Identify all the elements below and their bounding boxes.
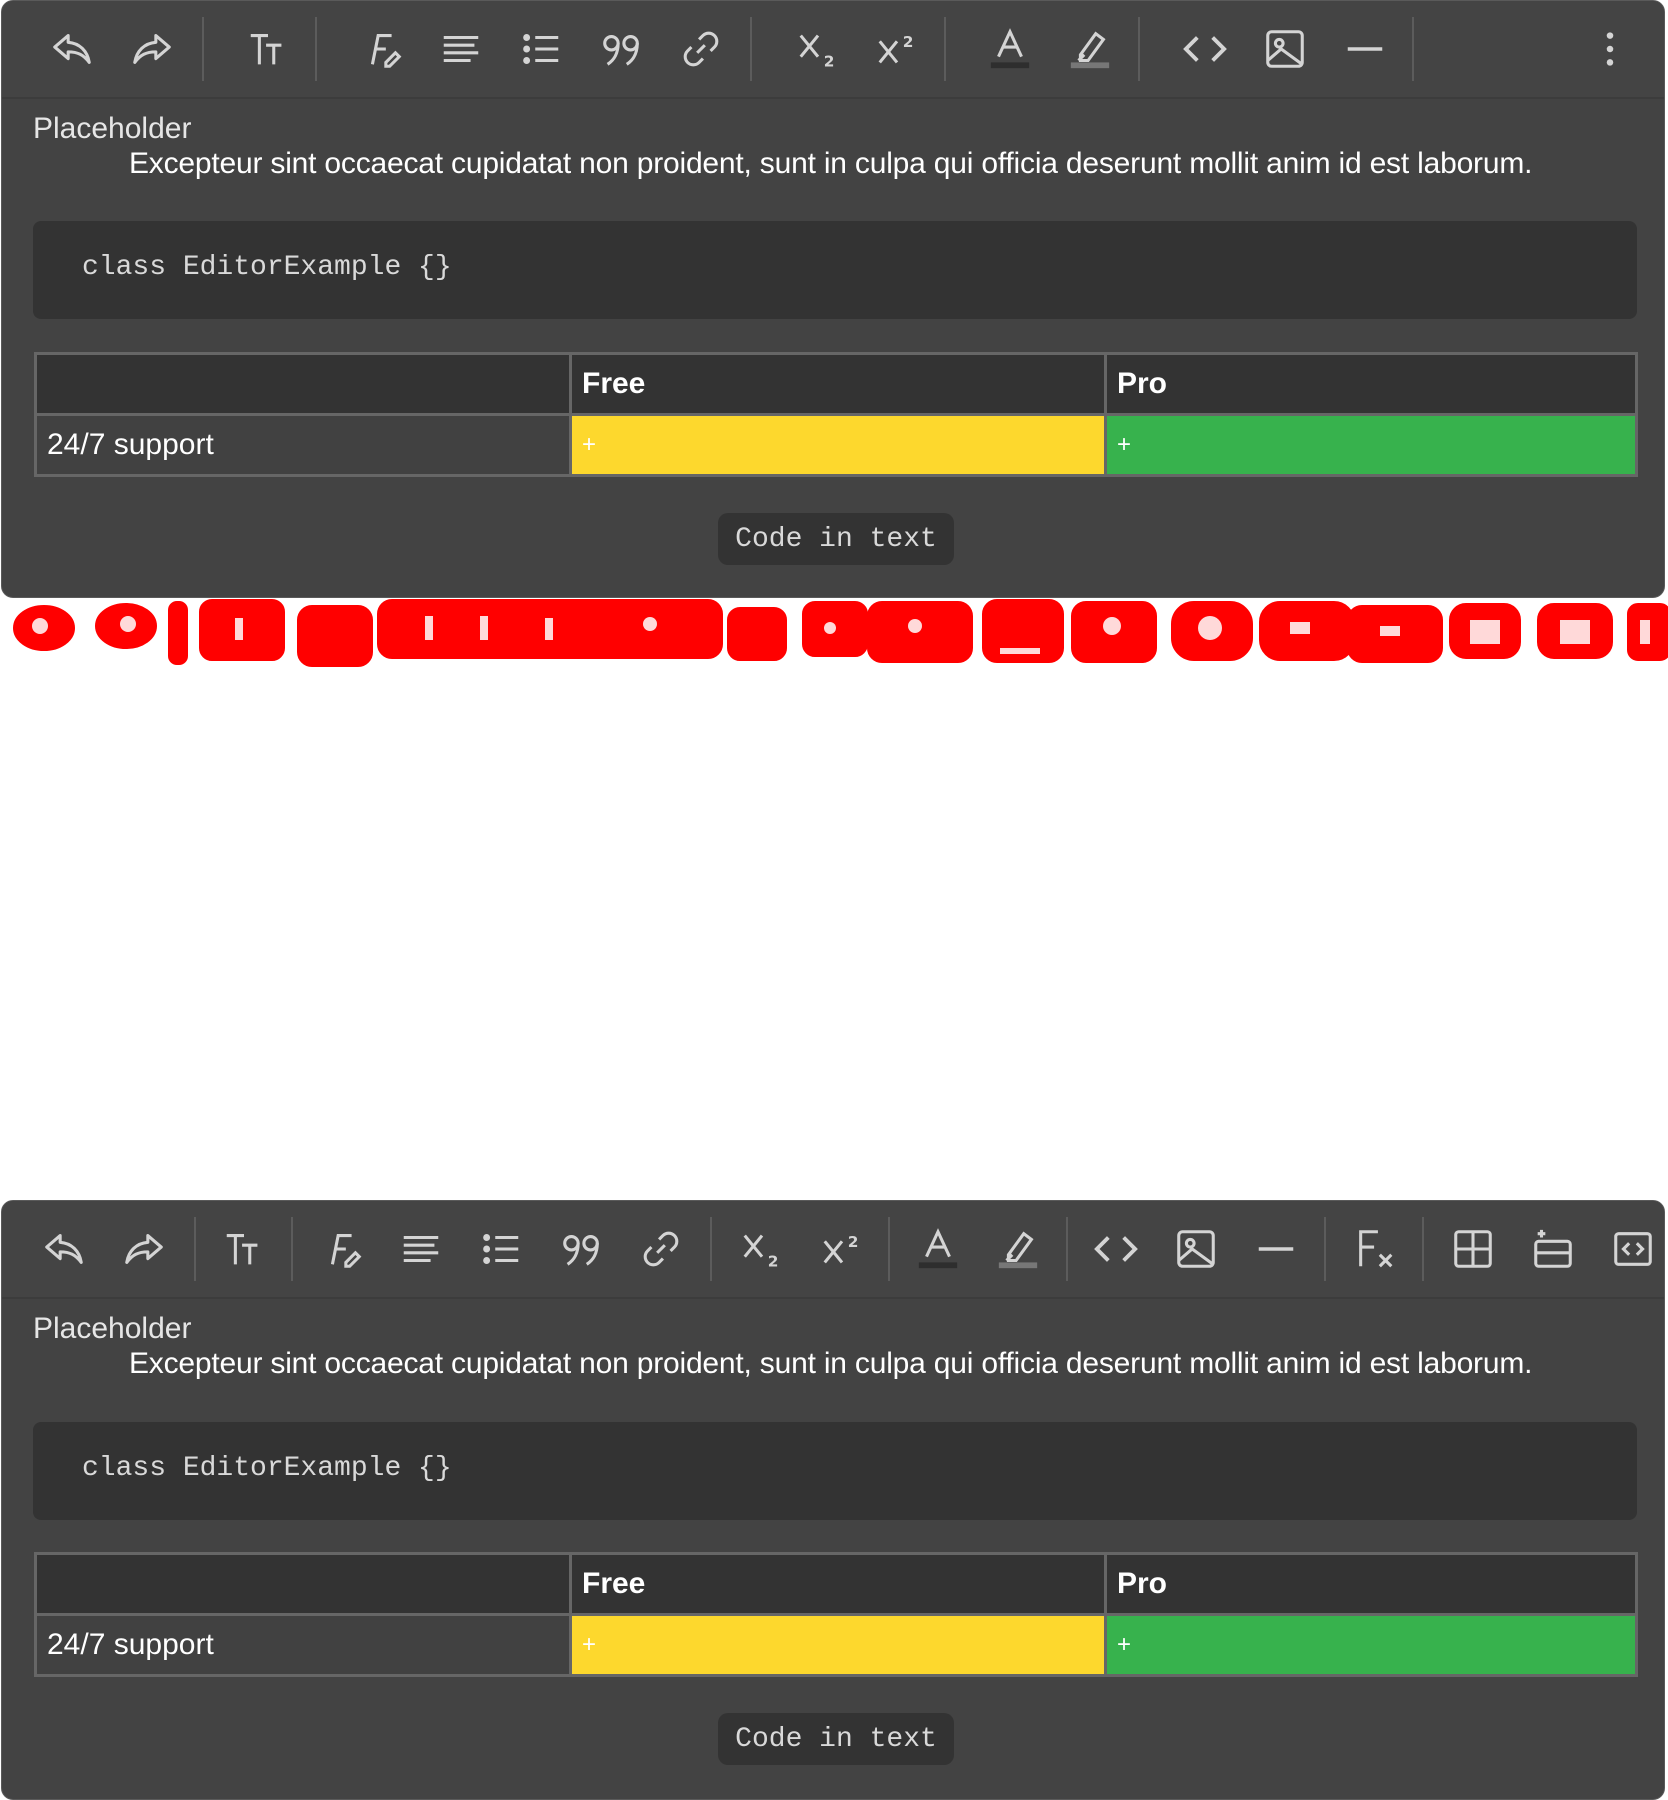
redo-icon[interactable]: [116, 1223, 172, 1275]
inline-code[interactable]: Code in text: [718, 513, 954, 565]
image-icon[interactable]: [1168, 1223, 1224, 1275]
table-icon[interactable]: [1445, 1223, 1501, 1275]
placeholder-text: Placeholder: [33, 112, 192, 145]
align-icon[interactable]: [433, 23, 489, 75]
bullet-list-icon[interactable]: [513, 23, 569, 75]
font-style-icon[interactable]: [354, 23, 410, 75]
superscript-icon[interactable]: 2: [869, 23, 925, 75]
toolbar-divider: [315, 17, 317, 81]
table-cell-pro[interactable]: +: [1104, 413, 1638, 477]
toolbar-divider: [202, 17, 204, 81]
quote-icon[interactable]: [553, 1223, 609, 1275]
align-icon[interactable]: [393, 1223, 449, 1275]
undo-icon[interactable]: [44, 23, 100, 75]
paragraph-text[interactable]: Excepteur sint occaecat cupidatat non pr…: [129, 147, 1532, 181]
editor-panel-top: 2 2 Placeholder Excepteur sint occaecat …: [1, 0, 1665, 598]
toolbar-divider: [1138, 17, 1140, 81]
paragraph-text[interactable]: Excepteur sint occaecat cupidatat non pr…: [129, 1347, 1532, 1381]
link-icon[interactable]: [633, 1223, 689, 1275]
code-block[interactable]: class EditorExample {}: [33, 1422, 1637, 1520]
table-header-cell[interactable]: Pro: [1104, 1552, 1638, 1616]
table-cell-feature[interactable]: 24/7 support: [34, 1613, 572, 1677]
toolbar-divider: [1422, 1217, 1424, 1281]
table-cell-pro[interactable]: +: [1104, 1613, 1638, 1677]
undo-icon[interactable]: [36, 1223, 92, 1275]
toolbar-drag-ghost: [13, 599, 1668, 667]
text-size-icon[interactable]: [240, 23, 296, 75]
placeholder-text: Placeholder: [33, 1312, 192, 1345]
table-header-row: Free Pro: [34, 352, 1638, 416]
svg-text:2: 2: [848, 1233, 859, 1251]
code-icon[interactable]: [1088, 1223, 1144, 1275]
embed-code-icon[interactable]: [1605, 1223, 1661, 1275]
svg-text:2: 2: [903, 33, 914, 51]
table-row: 24/7 support + +: [34, 413, 1638, 477]
subscript-icon[interactable]: 2: [790, 23, 846, 75]
link-icon[interactable]: [673, 23, 729, 75]
code-block-text: class EditorExample {}: [82, 1453, 452, 1484]
table-header-cell[interactable]: Free: [569, 352, 1107, 416]
toolbar-divider: [1412, 17, 1414, 81]
code-block-text: class EditorExample {}: [82, 252, 452, 283]
text-color-icon[interactable]: [910, 1223, 966, 1275]
clear-format-icon[interactable]: [1348, 1223, 1404, 1275]
toolbar-divider: [750, 17, 752, 81]
pricing-table[interactable]: Free Pro 24/7 support + +: [34, 1552, 1638, 1677]
quote-icon[interactable]: [593, 23, 649, 75]
svg-text:2: 2: [824, 52, 835, 70]
redo-icon[interactable]: [124, 23, 180, 75]
toolbar-divider: [194, 1217, 196, 1281]
table-header-cell[interactable]: Free: [569, 1552, 1107, 1616]
table-row: 24/7 support + +: [34, 1613, 1638, 1677]
editor-toolbar: 2 2: [2, 1, 1664, 99]
table-cell-feature[interactable]: 24/7 support: [34, 413, 572, 477]
table-cell-free[interactable]: +: [569, 1613, 1107, 1677]
toolbar-divider: [1066, 1217, 1068, 1281]
image-icon[interactable]: [1257, 23, 1313, 75]
editor-toolbar: 2 2: [2, 1201, 1664, 1299]
table-header-row: Free Pro: [34, 1552, 1638, 1616]
editor-panel-bottom: 2 2 Placeholder Excepteur sint occaecat …: [1, 1200, 1665, 1800]
superscript-icon[interactable]: 2: [814, 1223, 870, 1275]
toolbar-divider: [888, 1217, 890, 1281]
svg-text:2: 2: [768, 1252, 779, 1270]
table-header-cell[interactable]: [34, 1552, 572, 1616]
subscript-icon[interactable]: 2: [734, 1223, 790, 1275]
code-icon[interactable]: [1177, 23, 1233, 75]
code-block[interactable]: class EditorExample {}: [33, 221, 1637, 319]
text-size-icon[interactable]: [216, 1223, 272, 1275]
table-header-cell[interactable]: [34, 352, 572, 416]
toolbar-divider: [1324, 1217, 1326, 1281]
highlight-icon[interactable]: [1062, 23, 1118, 75]
horizontal-rule-icon[interactable]: [1337, 23, 1393, 75]
horizontal-rule-icon[interactable]: [1248, 1223, 1304, 1275]
highlight-icon[interactable]: [990, 1223, 1046, 1275]
table-cell-free[interactable]: +: [569, 413, 1107, 477]
inline-code[interactable]: Code in text: [718, 1713, 954, 1765]
bullet-list-icon[interactable]: [473, 1223, 529, 1275]
pricing-table[interactable]: Free Pro 24/7 support + +: [34, 352, 1638, 477]
text-color-icon[interactable]: [982, 23, 1038, 75]
table-header-cell[interactable]: Pro: [1104, 352, 1638, 416]
toolbar-divider: [944, 17, 946, 81]
insert-row-icon[interactable]: [1525, 1223, 1581, 1275]
toolbar-divider: [710, 1217, 712, 1281]
more-options-icon[interactable]: [1582, 23, 1638, 75]
font-style-icon[interactable]: [314, 1223, 370, 1275]
toolbar-divider: [291, 1217, 293, 1281]
